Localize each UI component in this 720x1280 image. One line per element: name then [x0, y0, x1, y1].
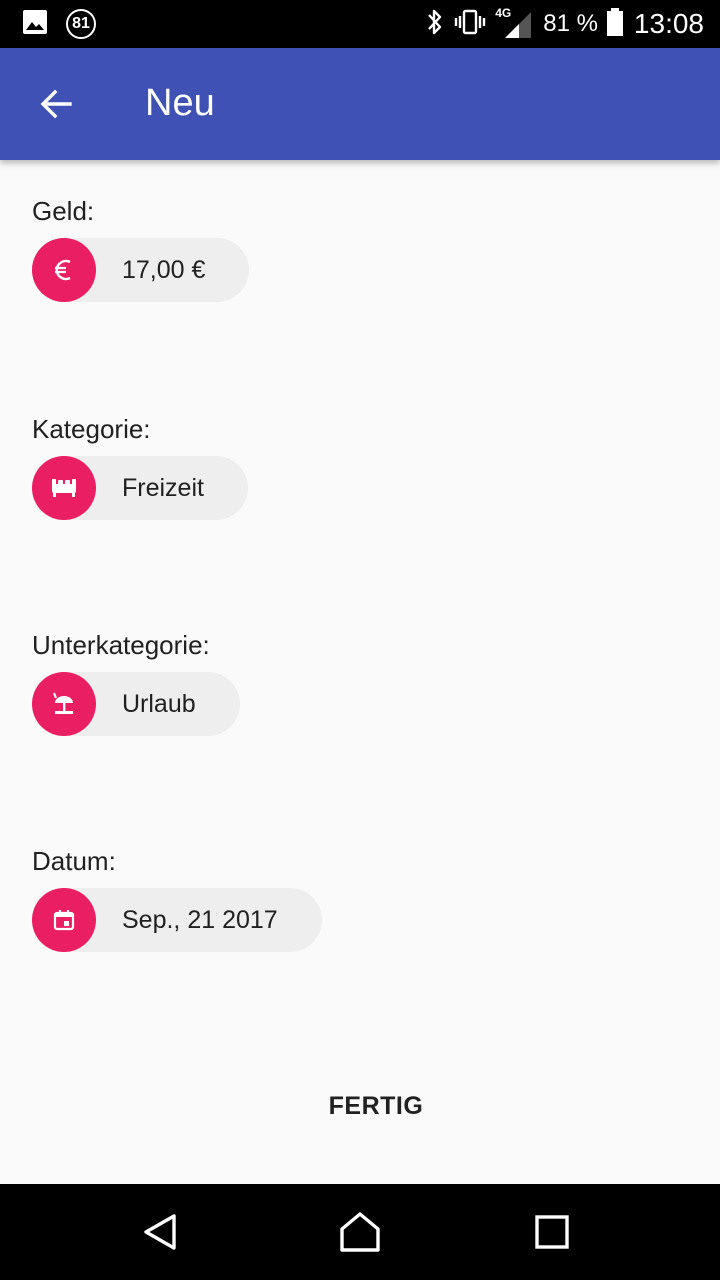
- beach-umbrella-icon: [32, 672, 96, 736]
- page-title: Neu: [145, 82, 215, 124]
- money-chip[interactable]: 17,00 €: [32, 238, 250, 302]
- nav-home-button[interactable]: [330, 1202, 390, 1262]
- back-button[interactable]: [28, 80, 84, 128]
- sofa-icon: [32, 456, 96, 520]
- signal-icon: 4G: [495, 6, 535, 40]
- status-bar: 81 4G 81 % 13:08: [0, 0, 720, 48]
- app-bar: Neu: [0, 48, 720, 160]
- vibrate-icon: [453, 8, 487, 41]
- subcategory-value: Urlaub: [122, 689, 196, 718]
- date-chip[interactable]: Sep., 21 2017: [32, 888, 322, 952]
- bluetooth-icon: [425, 7, 445, 42]
- battery-icon: [606, 7, 624, 42]
- notification-badge-icon: 81: [66, 9, 96, 39]
- recents-icon: [535, 1215, 569, 1249]
- nav-back-button[interactable]: [130, 1202, 190, 1262]
- nav-recents-button[interactable]: [522, 1202, 582, 1262]
- subcategory-label: Unterkategorie:: [32, 630, 210, 660]
- date-label: Datum:: [32, 846, 116, 876]
- arrow-back-icon: [40, 89, 72, 119]
- euro-icon: [32, 238, 96, 302]
- category-label: Kategorie:: [32, 414, 151, 444]
- money-value: 17,00 €: [122, 255, 206, 284]
- done-button[interactable]: FERTIG: [300, 1076, 452, 1136]
- image-icon: [22, 9, 48, 40]
- back-triangle-icon: [144, 1214, 176, 1250]
- battery-percent: 81 %: [543, 10, 598, 37]
- navigation-bar: [0, 1184, 720, 1280]
- date-value: Sep., 21 2017: [122, 905, 278, 934]
- money-label: Geld:: [32, 196, 95, 226]
- clock: 13:08: [633, 8, 704, 39]
- category-value: Freizeit: [122, 473, 204, 502]
- calendar-icon: [32, 888, 96, 952]
- category-chip[interactable]: Freizeit: [32, 456, 248, 520]
- home-icon: [340, 1212, 380, 1252]
- subcategory-chip[interactable]: Urlaub: [32, 672, 240, 736]
